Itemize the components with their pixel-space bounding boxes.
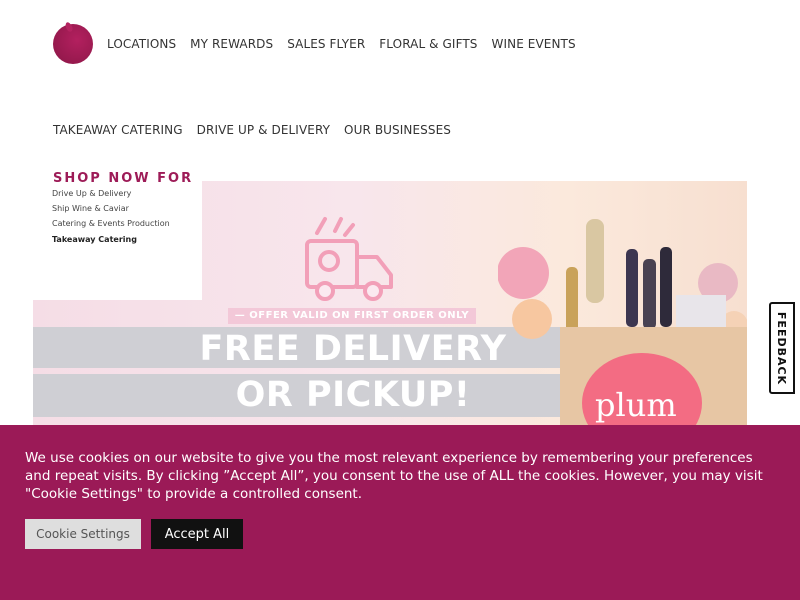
primary-nav: LOCATIONS MY REWARDS SALES FLYER FLORAL … <box>107 37 576 51</box>
nav-my-rewards[interactable]: MY REWARDS <box>190 37 273 51</box>
shop-link-ship-wine[interactable]: Ship Wine & Caviar <box>52 204 129 213</box>
delivery-truck-icon <box>305 217 393 301</box>
offer-label: — OFFER VALID ON FIRST ORDER ONLY — <box>228 308 476 337</box>
headline-or-pickup: OR PICKUP! <box>235 375 471 415</box>
hero-banner[interactable]: — OFFER VALID ON FIRST ORDER ONLY — plum… <box>33 181 747 425</box>
plum-logo[interactable] <box>53 21 93 64</box>
nav-our-businesses[interactable]: OUR BUSINESSES <box>344 123 451 137</box>
cookie-consent-text: We use cookies on our website to give yo… <box>25 450 763 502</box>
accept-all-button[interactable]: Accept All <box>151 519 243 549</box>
cookie-banner: We use cookies on our website to give yo… <box>0 425 800 600</box>
feedback-label: FEEDBACK <box>775 311 789 385</box>
nav-wine-events[interactable]: WINE EVENTS <box>492 37 576 51</box>
nav-locations[interactable]: LOCATIONS <box>107 37 176 51</box>
nav-sales-flyer[interactable]: SALES FLYER <box>287 37 365 51</box>
nav-drive-up-delivery[interactable]: DRIVE UP & DELIVERY <box>197 123 330 137</box>
shop-link-takeaway-catering[interactable]: Takeaway Catering <box>52 235 137 244</box>
headline-free-delivery: FREE DELIVERY <box>199 329 507 369</box>
cookie-settings-button[interactable]: Cookie Settings <box>25 519 141 549</box>
logo-leaf <box>64 21 74 33</box>
shop-now-for-title: SHOP NOW FOR <box>53 171 194 186</box>
nav-floral-gifts[interactable]: FLORAL & GIFTS <box>379 37 477 51</box>
shop-link-drive-up[interactable]: Drive Up & Delivery <box>52 189 131 198</box>
shop-link-catering-events[interactable]: Catering & Events Production <box>52 219 170 228</box>
feedback-tab[interactable]: FEEDBACK <box>769 302 795 394</box>
secondary-nav: TAKEAWAY CATERING DRIVE UP & DELIVERY OU… <box>53 123 451 137</box>
nav-takeaway-catering[interactable]: TAKEAWAY CATERING <box>53 123 183 137</box>
